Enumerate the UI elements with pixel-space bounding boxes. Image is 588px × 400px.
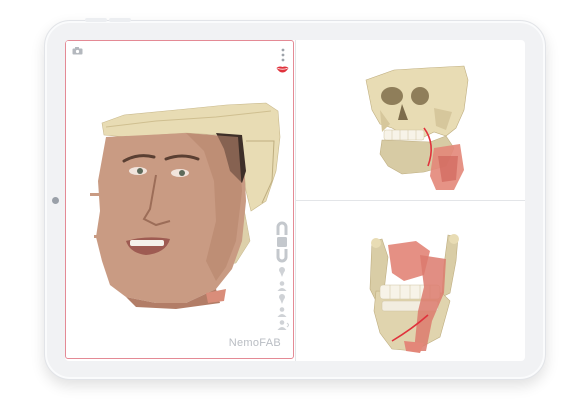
front-camera bbox=[52, 197, 59, 204]
brand-watermark: NemoFAB bbox=[228, 337, 281, 349]
person-rotate-icon[interactable] bbox=[277, 320, 289, 330]
mandible-3d-model[interactable] bbox=[296, 201, 525, 361]
pin-icon[interactable] bbox=[278, 267, 286, 277]
magnet-open-icon[interactable] bbox=[276, 221, 288, 235]
face-view-panel[interactable]: NemoFAB bbox=[65, 40, 294, 359]
tablet-top-button bbox=[85, 18, 107, 22]
pin-icon-2[interactable] bbox=[278, 294, 286, 304]
magnet-closed-icon[interactable] bbox=[276, 249, 288, 263]
lips-icon[interactable] bbox=[276, 65, 289, 73]
skull-3d-model[interactable] bbox=[296, 40, 525, 200]
lock-icon[interactable] bbox=[276, 237, 288, 247]
face-3d-model[interactable] bbox=[66, 41, 294, 359]
tablet-top-button bbox=[109, 18, 131, 22]
app-screen: NemoFAB bbox=[65, 40, 525, 361]
more-vertical-icon[interactable] bbox=[279, 48, 287, 62]
camera-icon[interactable] bbox=[72, 47, 83, 55]
view-toolbar bbox=[271, 221, 293, 331]
person-icon[interactable] bbox=[277, 281, 287, 291]
person-icon-2[interactable] bbox=[277, 307, 287, 317]
